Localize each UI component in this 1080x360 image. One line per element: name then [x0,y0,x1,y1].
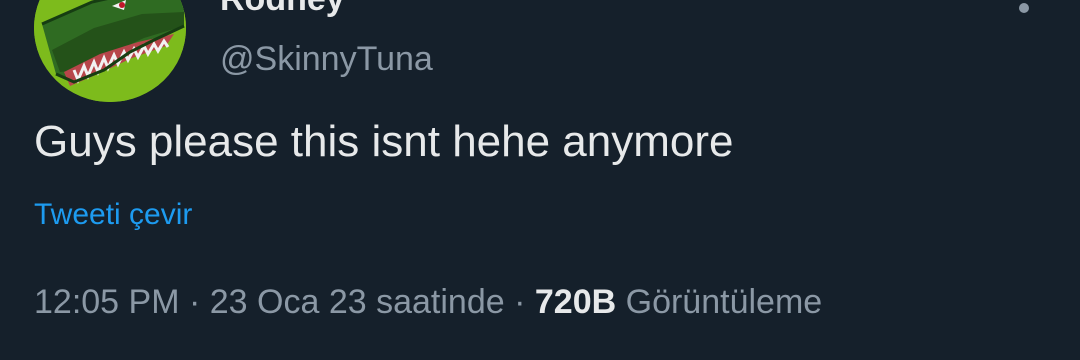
more-options-icon[interactable] [1010,0,1038,20]
tweet-metadata: 12:05 PM · 23 Oca 23 saatinde · 720B Gör… [34,283,822,322]
display-name[interactable]: Rodney [220,0,345,19]
user-handle[interactable]: @SkinnyTuna [220,40,433,79]
meta-separator: · [514,283,526,321]
views-label: Görüntüleme [625,283,823,321]
tweet-time[interactable]: 12:05 PM [34,283,180,321]
views-count: 720B [534,283,617,321]
avatar[interactable] [34,0,186,102]
meta-separator: · [188,283,201,321]
tweet-text: Guys please this isnt hehe anymore [34,117,734,166]
more-options-dot [1019,3,1029,13]
tweet-date[interactable]: 23 Oca 23 saatinde [210,283,505,321]
translate-tweet-link[interactable]: Tweeti çevir [34,198,192,232]
dinosaur-avatar-icon [34,0,186,102]
